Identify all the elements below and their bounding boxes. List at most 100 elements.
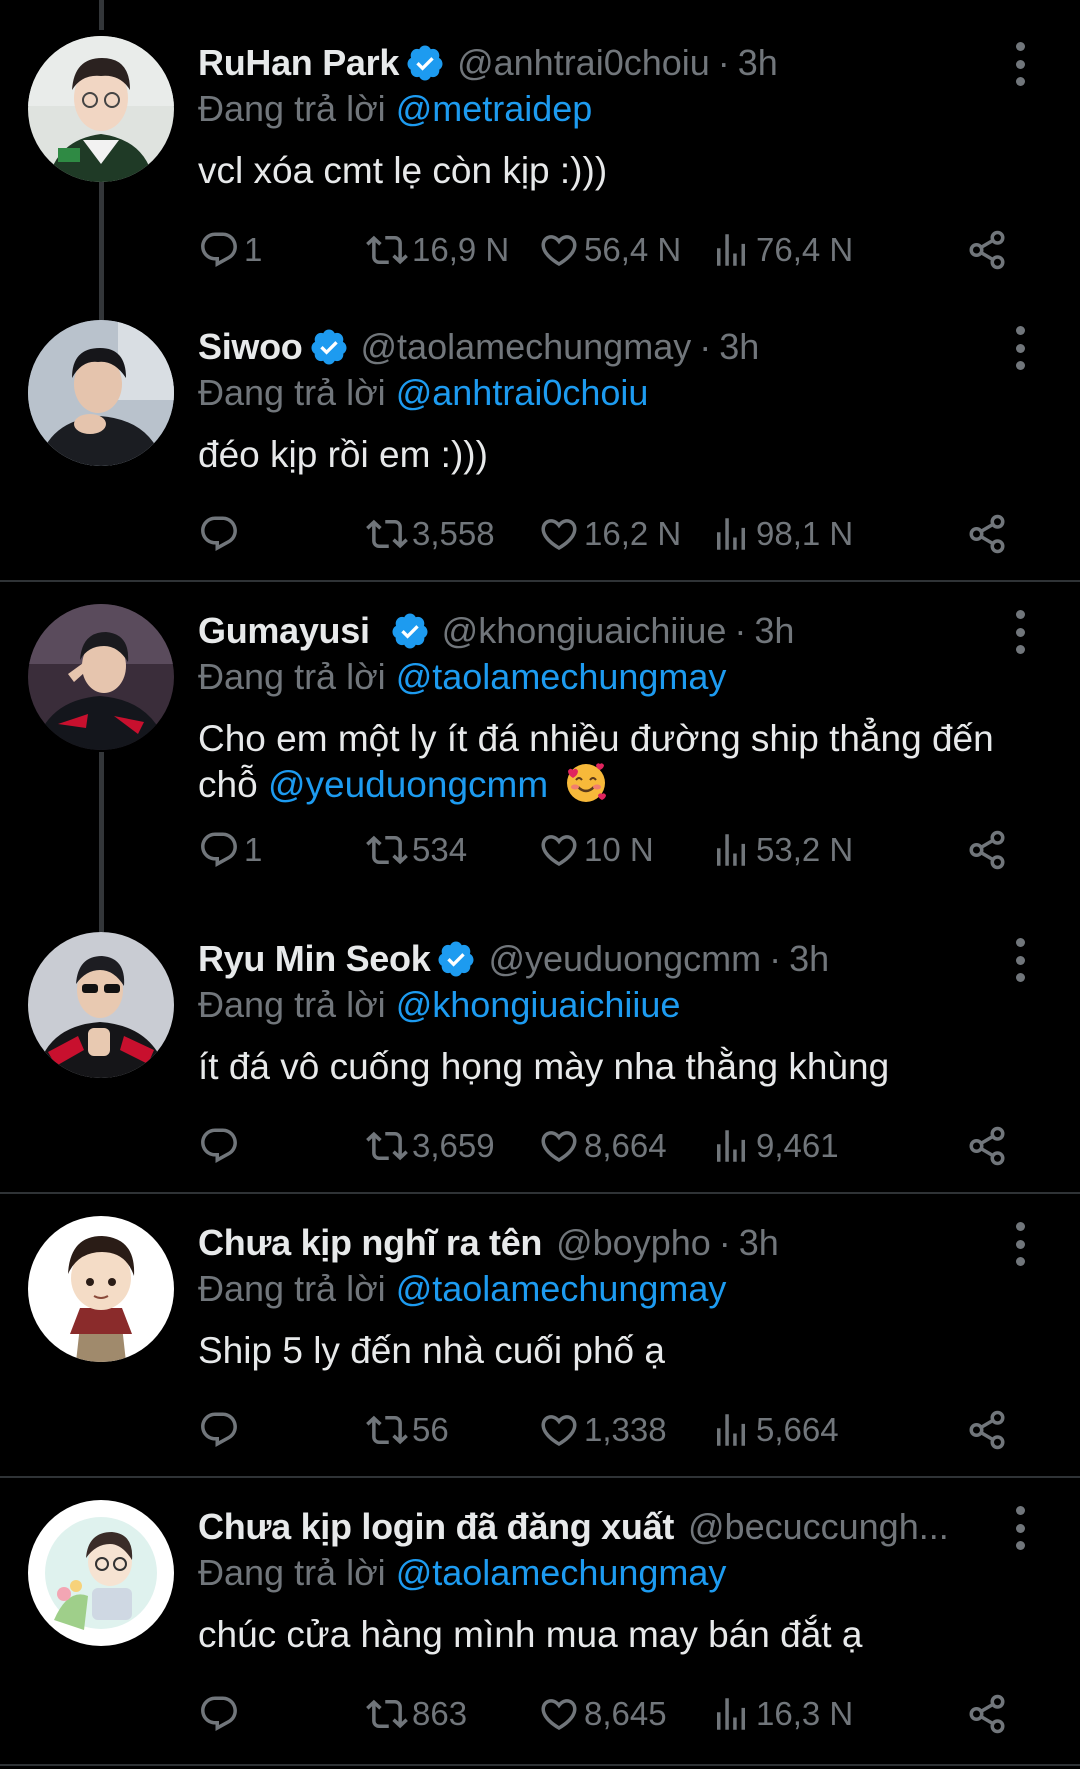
like-button[interactable]: 1,338 xyxy=(538,1406,667,1454)
share-button[interactable] xyxy=(966,1690,1008,1738)
like-button[interactable]: 8,664 xyxy=(538,1122,667,1170)
views-button[interactable]: 53,2 N xyxy=(710,826,853,874)
timestamp[interactable]: 3h xyxy=(739,1222,779,1264)
views-chart-icon xyxy=(717,1130,745,1162)
share-button[interactable] xyxy=(966,226,1008,274)
replying-to-mention[interactable]: @anhtrai0choiu xyxy=(396,372,649,413)
tweet-header: Gumayusi @khongiuaichiiue · 3h xyxy=(198,606,970,656)
display-name[interactable]: Chưa kịp login đã đăng xuất xyxy=(198,1506,674,1548)
like-button[interactable]: 16,2 N xyxy=(538,510,681,558)
like-count: 1,338 xyxy=(584,1411,667,1448)
retweet-button[interactable]: 863 xyxy=(366,1690,467,1738)
display-name[interactable]: Chưa kịp nghĩ ra tên xyxy=(198,1222,542,1264)
more-options-icon[interactable] xyxy=(1014,1222,1026,1266)
verified-badge-icon xyxy=(407,45,443,81)
tweet-text-content: Ship 5 ly đến nhà cuối phố ạ xyxy=(198,1330,665,1371)
tweet[interactable]: Chưa kịp nghĩ ra tên @boypho · 3h Đang t… xyxy=(0,1180,1080,1476)
more-options-icon[interactable] xyxy=(1014,326,1026,370)
replying-label: Đang trả lời xyxy=(198,1268,386,1309)
share-icon xyxy=(969,1694,1005,1734)
views-button[interactable]: 9,461 xyxy=(710,1122,839,1170)
avatar[interactable] xyxy=(28,36,174,182)
retweet-count: 56 xyxy=(412,1411,449,1448)
display-name[interactable]: RuHan Park xyxy=(198,42,399,84)
share-icon xyxy=(969,1410,1005,1450)
reply-button[interactable] xyxy=(198,510,244,558)
display-name[interactable]: Gumayusi xyxy=(198,610,370,652)
timestamp[interactable]: 3h xyxy=(738,42,778,84)
share-button[interactable] xyxy=(966,1122,1008,1170)
like-count: 8,664 xyxy=(584,1127,667,1164)
avatar[interactable] xyxy=(28,604,174,750)
share-button[interactable] xyxy=(966,826,1008,874)
timestamp[interactable]: 3h xyxy=(754,610,794,652)
more-options-icon[interactable] xyxy=(1014,1506,1026,1550)
share-button[interactable] xyxy=(966,510,1008,558)
tweet[interactable]: Siwoo @taolamechungmay · 3h Đang trả lời… xyxy=(0,284,1080,580)
display-name[interactable]: Siwoo xyxy=(198,326,303,368)
tweet[interactable]: Gumayusi @khongiuaichiiue · 3h Đang trả … xyxy=(0,568,1080,902)
reply-button[interactable] xyxy=(198,1690,244,1738)
reply-button[interactable] xyxy=(198,1406,244,1454)
body-mention[interactable]: @yeuduongcmm xyxy=(268,764,548,805)
display-name[interactable]: Ryu Min Seok xyxy=(198,938,431,980)
like-button[interactable]: 8,645 xyxy=(538,1690,667,1738)
tweet[interactable]: Ryu Min Seok @yeuduongcmm · 3h Đang trả … xyxy=(0,896,1080,1192)
retweet-count: 3,659 xyxy=(412,1127,495,1164)
retweet-button[interactable]: 56 xyxy=(366,1406,449,1454)
like-button[interactable]: 56,4 N xyxy=(538,226,681,274)
user-handle[interactable]: @boypho xyxy=(556,1222,711,1264)
user-handle[interactable]: @anhtrai0choiu xyxy=(457,42,710,84)
more-options-icon[interactable] xyxy=(1014,610,1026,654)
action-bar: 56 1,338 5,664 xyxy=(198,1406,1018,1454)
reply-button[interactable]: 1 xyxy=(198,226,262,274)
replying-to-mention[interactable]: @taolamechungmay xyxy=(396,1552,727,1593)
replying-label: Đang trả lời xyxy=(198,1552,386,1593)
tweet[interactable]: Chưa kịp login đã đăng xuất @becuccungh.… xyxy=(0,1464,1080,1769)
avatar[interactable] xyxy=(28,932,174,1078)
tweet-text-content: đéo kịp rồi em :))) xyxy=(198,434,488,475)
views-button[interactable]: 76,4 N xyxy=(710,226,853,274)
tweet-text-content: chúc cửa hàng mình mua may bán đắt ạ xyxy=(198,1614,863,1655)
retweet-button[interactable]: 3,558 xyxy=(366,510,495,558)
reply-button[interactable] xyxy=(198,1122,244,1170)
retweet-button[interactable]: 16,9 N xyxy=(366,226,509,274)
timestamp[interactable]: 3h xyxy=(789,938,829,980)
reply-icon xyxy=(201,1128,237,1163)
reply-count: 1 xyxy=(244,231,263,268)
views-count: 53,2 N xyxy=(756,831,854,868)
timestamp[interactable]: 3h xyxy=(719,326,759,368)
retweet-count: 3,558 xyxy=(412,515,495,552)
views-button[interactable]: 5,664 xyxy=(710,1406,839,1454)
replying-to-mention[interactable]: @taolamechungmay xyxy=(396,1268,727,1309)
reply-icon xyxy=(201,516,237,551)
avatar[interactable] xyxy=(28,1216,174,1362)
retweet-button[interactable]: 534 xyxy=(366,826,467,874)
views-button[interactable]: 16,3 N xyxy=(710,1690,853,1738)
separator-dot: · xyxy=(717,42,730,83)
views-chart-icon xyxy=(717,518,745,550)
user-handle[interactable]: @yeuduongcmm xyxy=(488,938,761,980)
share-button[interactable] xyxy=(966,1406,1008,1454)
user-handle[interactable]: @taolamechungmay xyxy=(361,326,692,368)
replying-to-mention[interactable]: @metraidep xyxy=(396,88,593,129)
replying-to-mention[interactable]: @khongiuaichiiue xyxy=(396,984,681,1025)
action-bar: 863 8,645 16,3 N xyxy=(198,1690,1018,1738)
views-button[interactable]: 98,1 N xyxy=(710,510,853,558)
tweet-header: Chưa kịp nghĩ ra tên @boypho · 3h xyxy=(198,1218,970,1268)
more-options-icon[interactable] xyxy=(1014,938,1026,982)
reply-button[interactable]: 1 xyxy=(198,826,262,874)
avatar[interactable] xyxy=(28,320,174,466)
more-options-icon[interactable] xyxy=(1014,42,1026,86)
avatar[interactable] xyxy=(28,1500,174,1646)
replying-label: Đang trả lời xyxy=(198,372,386,413)
views-chart-icon xyxy=(717,1698,745,1730)
tweet[interactable]: RuHan Park @anhtrai0choiu · 3h Đang trả … xyxy=(0,0,1080,300)
retweet-button[interactable]: 3,659 xyxy=(366,1122,495,1170)
user-handle[interactable]: @khongiuaichiiue xyxy=(442,610,727,652)
heart-icon xyxy=(541,1131,577,1163)
replying-to: Đang trả lời @taolamechungmay xyxy=(198,656,726,698)
replying-to-mention[interactable]: @taolamechungmay xyxy=(396,656,727,697)
user-handle[interactable]: @becuccungh... xyxy=(688,1506,949,1548)
like-button[interactable]: 10 N xyxy=(538,826,654,874)
